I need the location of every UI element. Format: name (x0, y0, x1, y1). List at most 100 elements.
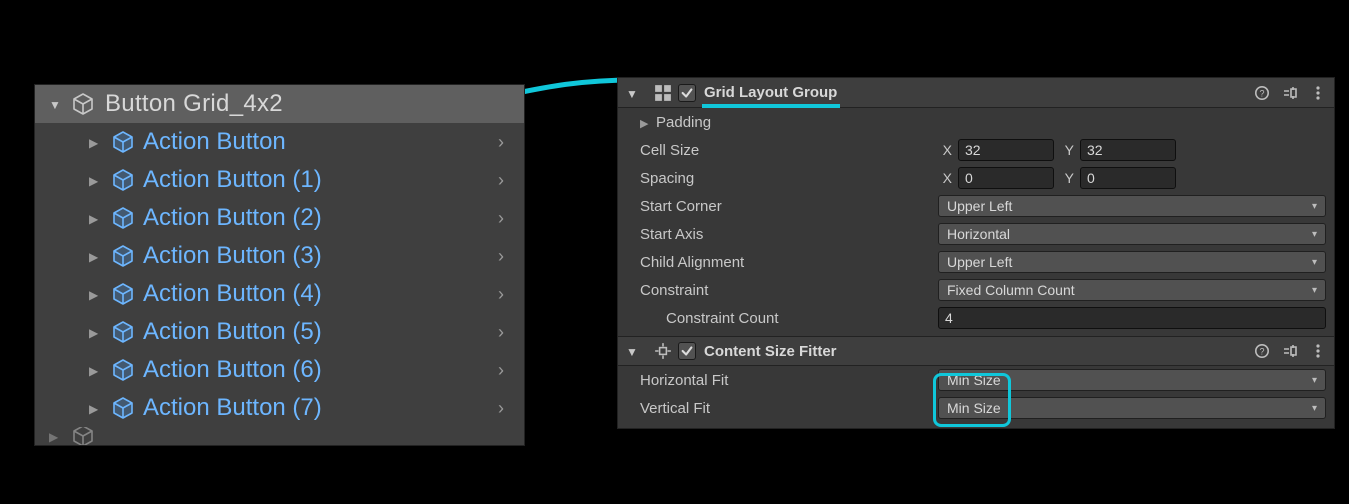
prop-cell-size: Cell Size X Y (618, 136, 1334, 164)
chevron-right-icon[interactable]: › (498, 246, 524, 267)
prop-start-axis: Start Axis Horizontal ▾ (618, 220, 1334, 248)
svg-text:?: ? (1259, 88, 1264, 98)
foldout-down-icon[interactable] (626, 343, 644, 359)
prop-label: Cell Size (640, 142, 930, 159)
chevron-right-icon[interactable]: › (498, 360, 524, 381)
prop-label: ▶Padding (640, 114, 930, 131)
foldout-right-icon[interactable] (49, 428, 67, 444)
chevron-down-icon: ▾ (1312, 229, 1317, 240)
prefab-cube-icon (111, 244, 141, 268)
component-header-content-size-fitter[interactable]: Content Size Fitter ? (618, 336, 1334, 366)
chevron-down-icon: ▾ (1312, 375, 1317, 386)
foldout-right-icon[interactable] (89, 362, 107, 378)
chevron-right-icon[interactable]: › (498, 284, 524, 305)
dropdown-value: Min Size (947, 372, 1001, 388)
prop-label: Constraint (640, 282, 930, 299)
dropdown-value: Upper Left (947, 254, 1012, 270)
hierarchy-next-item-cutoff (35, 427, 524, 445)
help-icon[interactable]: ? (1254, 85, 1270, 101)
chevron-right-icon[interactable]: › (498, 398, 524, 419)
dropdown-value: Fixed Column Count (947, 282, 1075, 298)
kebab-menu-icon[interactable] (1310, 343, 1326, 359)
spacing-x-input[interactable] (958, 167, 1054, 189)
prop-start-corner: Start Corner Upper Left ▾ (618, 192, 1334, 220)
vertical-fit-dropdown[interactable]: Min Size ▾ (938, 397, 1326, 419)
hierarchy-child-label: Action Button (6) (143, 356, 498, 384)
component-header-grid-layout[interactable]: Grid Layout Group ? (618, 78, 1334, 108)
horizontal-fit-dropdown[interactable]: Min Size ▾ (938, 369, 1326, 391)
hierarchy-panel: Button Grid_4x2 Action Button › Action B… (34, 84, 525, 446)
prefab-cube-icon (111, 206, 141, 230)
child-alignment-dropdown[interactable]: Upper Left ▾ (938, 251, 1326, 273)
component-title: Grid Layout Group (704, 84, 1248, 101)
gameobject-cube-icon (71, 92, 101, 116)
content-size-fitter-icon (654, 342, 672, 360)
chevron-down-icon: ▾ (1312, 257, 1317, 268)
prop-constraint: Constraint Fixed Column Count ▾ (618, 276, 1334, 304)
hierarchy-child-label: Action Button (4) (143, 280, 498, 308)
preset-icon[interactable] (1282, 85, 1298, 101)
foldout-right-icon[interactable] (89, 172, 107, 188)
hierarchy-child-label: Action Button (7) (143, 394, 498, 422)
chevron-right-icon[interactable]: › (498, 208, 524, 229)
grid-layout-group-icon (654, 84, 672, 102)
start-axis-dropdown[interactable]: Horizontal ▾ (938, 223, 1326, 245)
prop-spacing: Spacing X Y (618, 164, 1334, 192)
prefab-cube-icon (111, 320, 141, 344)
gameobject-cube-icon (71, 427, 101, 445)
axis-y-label: Y (1060, 170, 1074, 186)
prop-label: Spacing (640, 170, 930, 187)
hierarchy-child-row[interactable]: Action Button › (35, 123, 524, 161)
component-title: Content Size Fitter (704, 343, 1248, 360)
hierarchy-child-row[interactable]: Action Button (6) › (35, 351, 524, 389)
hierarchy-parent-row[interactable]: Button Grid_4x2 (35, 85, 524, 123)
prop-child-alignment: Child Alignment Upper Left ▾ (618, 248, 1334, 276)
help-icon[interactable]: ? (1254, 343, 1270, 359)
dropdown-value: Horizontal (947, 226, 1010, 242)
foldout-down-icon[interactable] (49, 96, 67, 112)
hierarchy-child-row[interactable]: Action Button (3) › (35, 237, 524, 275)
component-enable-checkbox[interactable] (678, 342, 696, 360)
dropdown-value: Min Size (947, 400, 1001, 416)
foldout-right-icon[interactable] (89, 134, 107, 150)
hierarchy-child-row[interactable]: Action Button (2) › (35, 199, 524, 237)
chevron-right-icon[interactable]: › (498, 170, 524, 191)
prefab-cube-icon (111, 396, 141, 420)
hierarchy-child-row[interactable]: Action Button (4) › (35, 275, 524, 313)
hierarchy-child-row[interactable]: Action Button (7) › (35, 389, 524, 427)
hierarchy-child-row[interactable]: Action Button (1) › (35, 161, 524, 199)
foldout-right-icon[interactable] (89, 210, 107, 226)
axis-y-label: Y (1060, 142, 1074, 158)
prop-label: Vertical Fit (640, 400, 930, 417)
axis-x-label: X (938, 170, 952, 186)
foldout-right-icon[interactable] (89, 400, 107, 416)
kebab-menu-icon[interactable] (1310, 85, 1326, 101)
prop-horizontal-fit: Horizontal Fit Min Size ▾ (618, 366, 1334, 394)
start-corner-dropdown[interactable]: Upper Left ▾ (938, 195, 1326, 217)
prefab-cube-icon (111, 282, 141, 306)
prop-label: Child Alignment (640, 254, 930, 271)
foldout-right-icon[interactable] (89, 286, 107, 302)
foldout-down-icon[interactable] (626, 85, 644, 101)
cell-size-x-input[interactable] (958, 139, 1054, 161)
component-title-text: Grid Layout Group (704, 84, 837, 101)
component-enable-checkbox[interactable] (678, 84, 696, 102)
prop-constraint-count: Constraint Count (618, 304, 1334, 332)
hierarchy-child-label: Action Button (2) (143, 204, 498, 232)
spacing-y-input[interactable] (1080, 167, 1176, 189)
hierarchy-parent-label: Button Grid_4x2 (105, 90, 524, 118)
chevron-right-icon[interactable]: › (498, 132, 524, 153)
chevron-down-icon: ▾ (1312, 403, 1317, 414)
prop-padding[interactable]: ▶Padding (618, 108, 1334, 136)
chevron-right-icon[interactable]: › (498, 322, 524, 343)
prop-label: Constraint Count (666, 310, 930, 327)
foldout-right-icon[interactable] (89, 248, 107, 264)
cell-size-y-input[interactable] (1080, 139, 1176, 161)
preset-icon[interactable] (1282, 343, 1298, 359)
foldout-right-icon[interactable] (89, 324, 107, 340)
constraint-dropdown[interactable]: Fixed Column Count ▾ (938, 279, 1326, 301)
constraint-count-input[interactable] (938, 307, 1326, 329)
hierarchy-child-label: Action Button (5) (143, 318, 498, 346)
chevron-down-icon: ▾ (1312, 285, 1317, 296)
hierarchy-child-row[interactable]: Action Button (5) › (35, 313, 524, 351)
